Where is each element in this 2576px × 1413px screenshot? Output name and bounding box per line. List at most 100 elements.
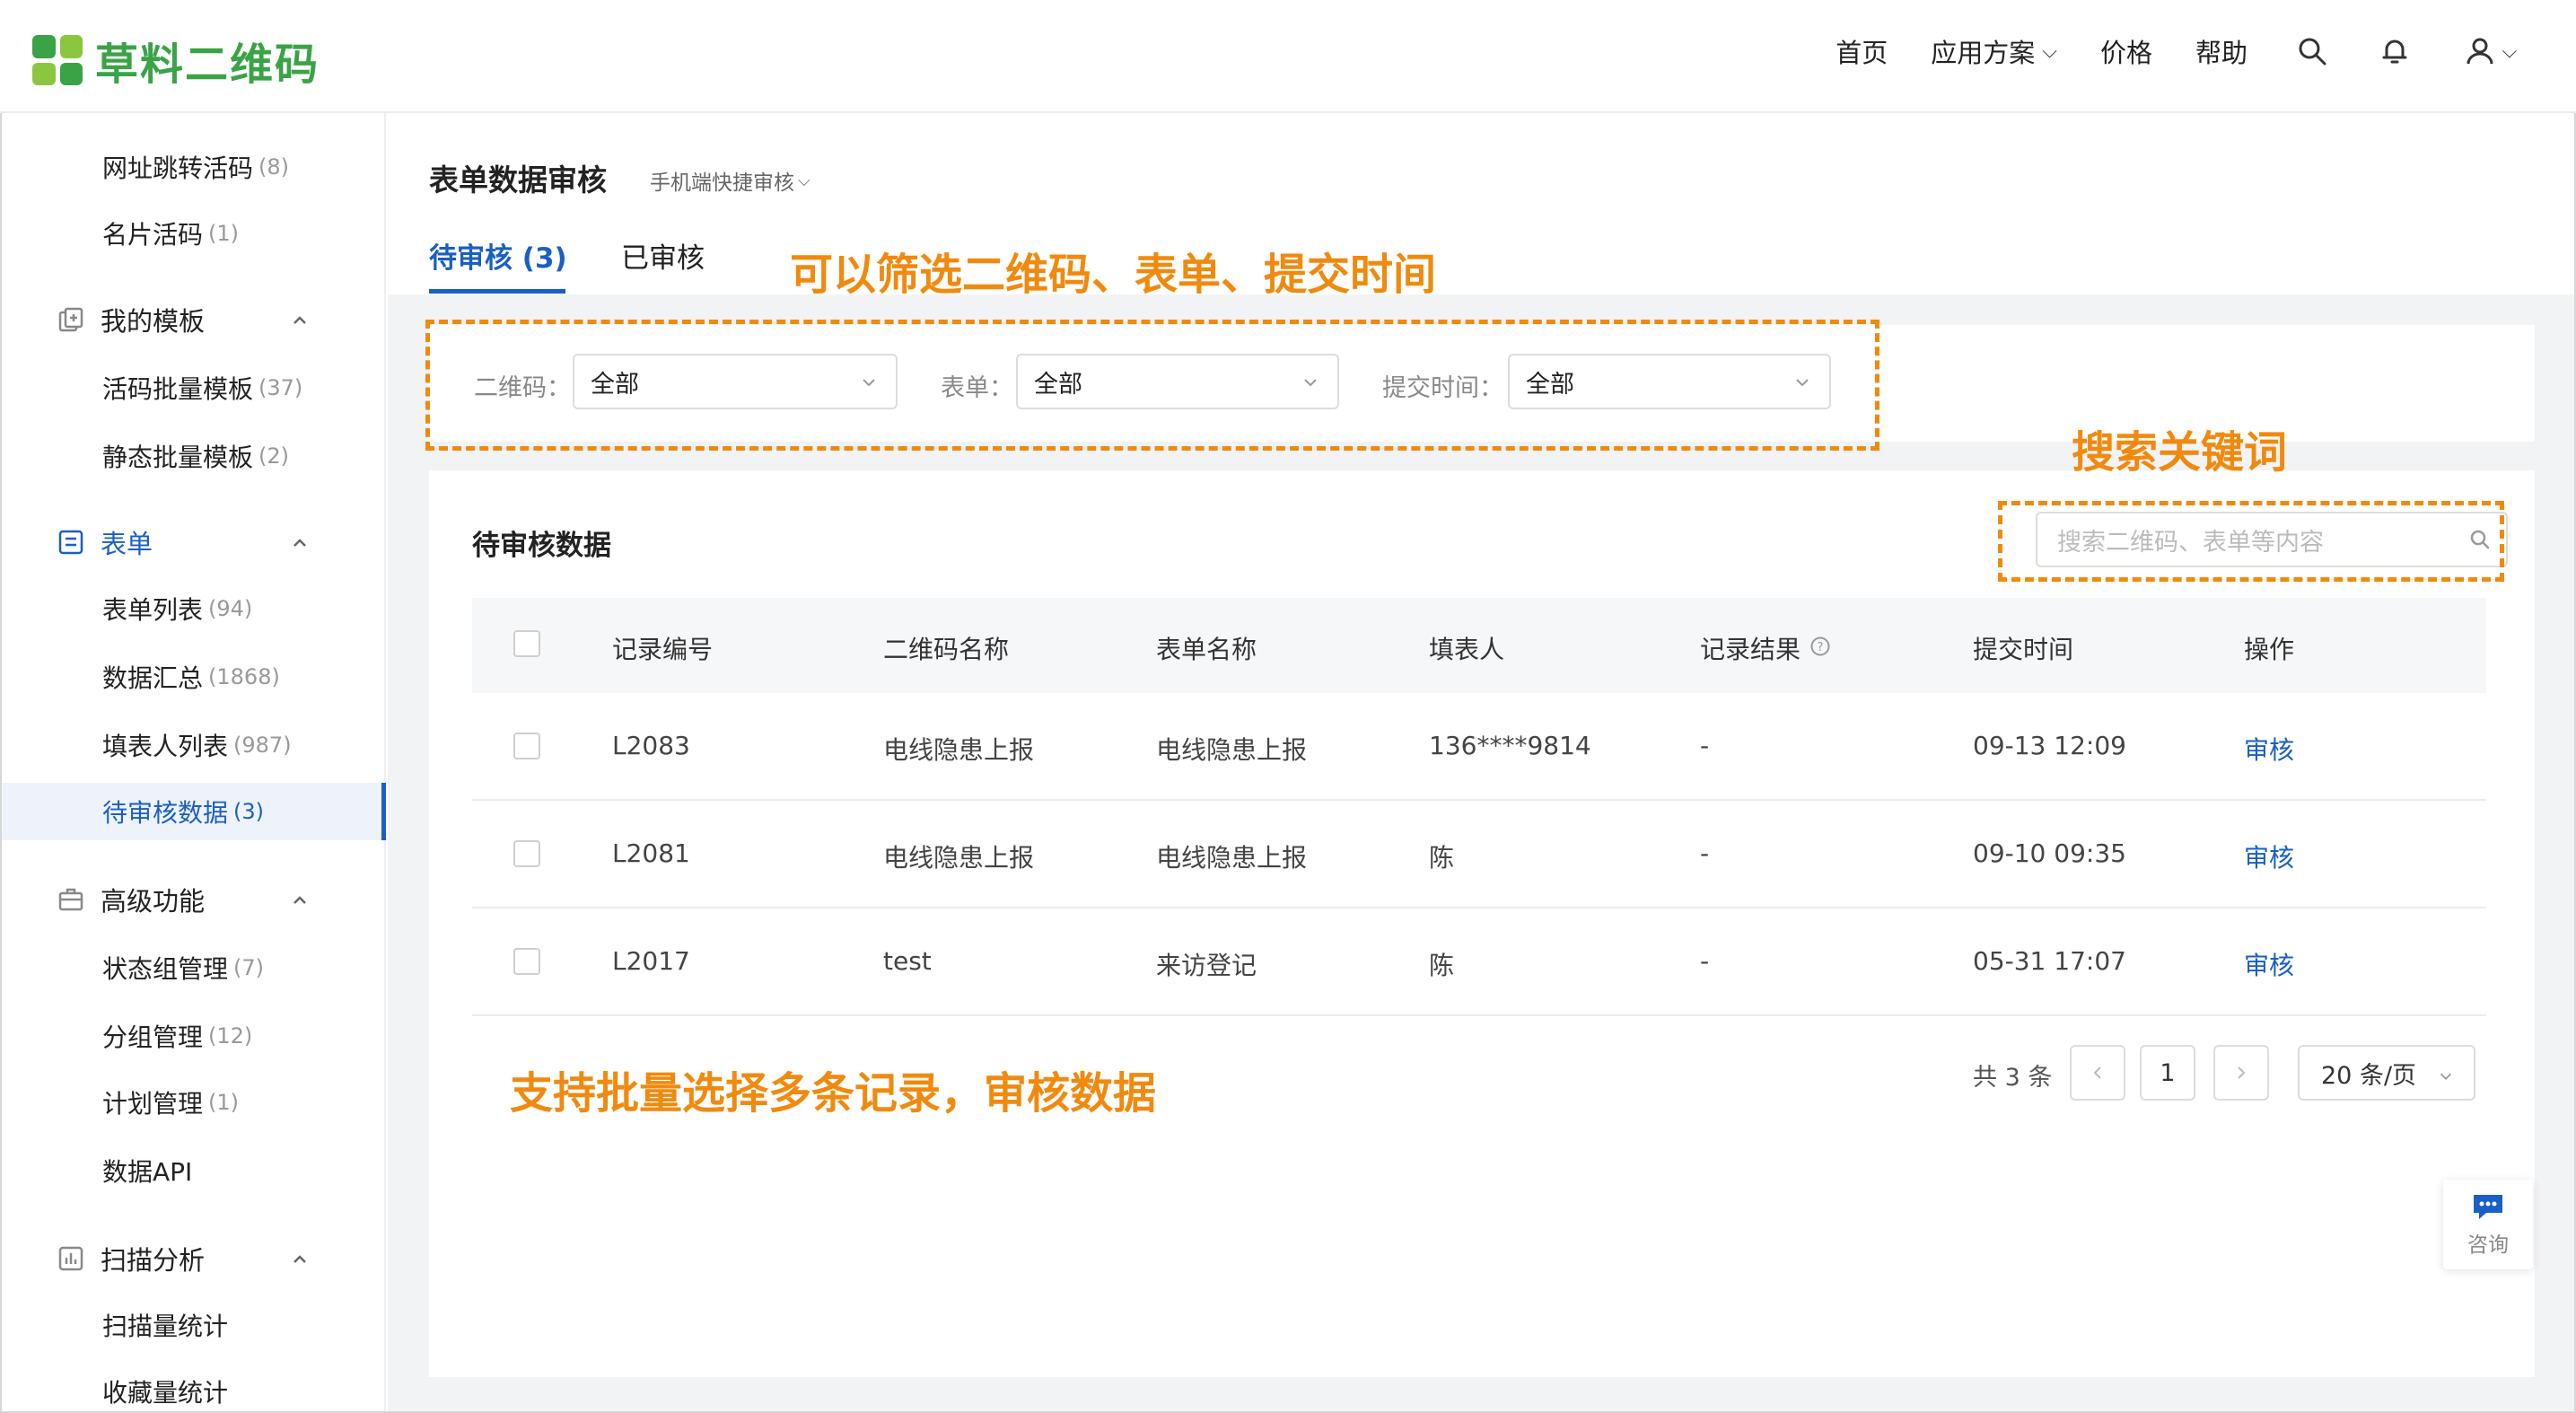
card-title: 待审核数据 [472,530,611,562]
top-header: 草料二维码 首页 应用方案 ⌵ 价格 帮助 ⌵ [0,0,2576,113]
top-nav: 首页 应用方案 ⌵ 价格 帮助 ⌵ [1792,32,2522,70]
row-checkbox[interactable] [513,733,540,759]
svg-text:?: ? [1818,641,1824,654]
sidebar-item-group-management[interactable]: 分组管理 (12) [2,1007,386,1065]
bell-icon[interactable] [2377,33,2413,69]
col-action: 操作 [2244,635,2295,664]
consult-label: 咨询 [2467,1233,2509,1257]
col-form-name: 表单名称 [1156,635,1257,664]
chevron-left-icon [2093,1066,2101,1079]
sidebar-group-scan-analysis[interactable]: 扫描分析 [2,1230,386,1287]
row-checkbox[interactable] [513,948,540,975]
sidebar-group-label: 表单 [101,529,153,559]
sidebar-item-status-groups[interactable]: 状态组管理 (7) [2,939,386,996]
logo[interactable]: 草料二维码 [32,29,320,92]
tab-pending[interactable]: 待审核 (3) [429,235,567,276]
sidebar-group-label: 扫描分析 [101,1245,206,1276]
cell-form-name: 电线隐患上报 [1156,735,1308,765]
logo-icon [32,35,83,85]
col-qr-name: 二维码名称 [883,635,1010,664]
cell-qr-name: 电线隐患上报 [883,843,1035,873]
sidebar-item-count: (8) [258,154,290,180]
sidebar-item-form-list[interactable]: 表单列表 (94) [2,580,386,637]
sidebar-item-url-dynamic[interactable]: 网址跳转活码 (8) [2,138,386,196]
table-row: L2083 电线隐患上报 电线隐患上报 136****9814 - 09-13 … [472,693,2486,801]
sidebar: 网址跳转活码 (8) 名片活码 (1) 我的模板 活码批量模板 (37) 静态批量模板… [2,113,386,1411]
sidebar-item-filler-list[interactable]: 填表人列表 (987) [2,716,386,774]
sidebar-item-label: 表单列表 [102,595,204,625]
sidebar-item-data-api[interactable]: 数据API [2,1142,386,1199]
pagination-total: 共 3 条 [1973,1064,2053,1092]
sidebar-item-label: 数据汇总 [102,663,204,693]
sidebar-item-scan-stats[interactable]: 扫描量统计 [2,1296,386,1354]
sidebar-group-advanced[interactable]: 高级功能 [2,871,386,928]
sidebar-item-dynamic-batch-template[interactable]: 活码批量模板 (37) [2,359,386,417]
sidebar-item-label: 收藏量统计 [102,1378,229,1408]
sidebar-item-count: (94) [208,596,253,621]
review-link[interactable]: 审核 [2244,946,2294,982]
sidebar-item-label: 数据API [102,1157,193,1187]
col-result: 记录结果? [1700,630,1831,666]
sidebar-item-count: (2) [258,443,290,469]
sidebar-group-templates[interactable]: 我的模板 [2,291,386,348]
prev-page-button[interactable] [2070,1045,2125,1101]
nav-pricing[interactable]: 价格 [2100,32,2152,70]
page-number-button[interactable]: 1 [2140,1045,2195,1101]
sidebar-item-count: (1) [208,221,240,246]
sidebar-item-label: 状态组管理 [102,954,229,984]
col-record-id: 记录编号 [612,635,714,664]
sidebar-item-label: 网址跳转活码 [102,154,254,183]
sidebar-item-label: 扫描量统计 [102,1312,229,1341]
filter-annotation: 可以筛选二维码、表单、提交时间 [790,250,1437,300]
chevron-down-icon: ⌵ [2042,39,2057,63]
select-all-checkbox[interactable] [513,630,540,657]
table-header: 记录编号 二维码名称 表单名称 填表人 记录结果? 提交时间 操作 [472,598,2486,693]
sidebar-item-count: (987) [233,733,292,758]
nav-home[interactable]: 首页 [1836,32,1888,70]
sidebar-item-static-batch-template[interactable]: 静态批量模板 (2) [2,427,386,485]
cell-qr-name: test [883,946,932,976]
cell-record-id: L2081 [612,838,690,868]
mobile-review-label: 手机端快捷审核 [650,171,794,195]
next-page-button[interactable] [2213,1045,2269,1101]
tab-reviewed[interactable]: 已审核 [621,235,705,276]
table-row: L2017 test 来访登记 陈 - 05-31 17:07 审核 [472,908,2486,1016]
review-link[interactable]: 审核 [2244,838,2294,874]
search-annotation: 搜索关键词 [2072,427,2288,478]
nav-solutions[interactable]: 应用方案 ⌵ [1931,32,2057,70]
sidebar-item-label: 填表人列表 [102,732,229,761]
chevron-down-icon: ⌵ [2502,39,2518,63]
mobile-review-dropdown[interactable]: 手机端快捷审核 ⌵ [650,165,810,196]
row-checkbox[interactable] [513,840,540,867]
cell-form-name: 电线隐患上报 [1156,843,1308,873]
search-icon[interactable] [2294,33,2330,69]
user-menu[interactable]: ⌵ [2459,33,2522,69]
sidebar-item-plan-management[interactable]: 计划管理 (1) [2,1074,386,1131]
page-size-select[interactable]: 20 条/页 [2298,1045,2475,1101]
nav-help[interactable]: 帮助 [2195,32,2247,70]
cell-filler: 136****9814 [1429,731,1591,760]
form-icon [56,527,86,557]
cell-submit-time: 09-10 09:35 [1973,838,2126,868]
bar-chart-icon [56,1243,86,1274]
cell-record-id: L2017 [612,946,690,976]
col-submit-time: 提交时间 [1973,635,2074,664]
sidebar-item-favorite-stats[interactable]: 收藏量统计 [2,1363,386,1413]
sidebar-item-card-dynamic[interactable]: 名片活码 (1) [2,205,386,262]
search-highlight-box [1998,501,2504,582]
sidebar-group-forms[interactable]: 表单 [2,513,386,571]
review-link[interactable]: 审核 [2244,731,2294,767]
table-row: L2081 电线隐患上报 电线隐患上报 陈 - 09-10 09:35 审核 [472,801,2486,908]
user-icon [2466,38,2493,65]
sidebar-item-label: 静态批量模板 [102,443,254,472]
sidebar-item-count: (37) [258,375,303,400]
sidebar-item-pending-review[interactable]: 待审核数据 (3) [2,783,386,840]
help-icon[interactable]: ? [1809,634,1831,663]
sidebar-item-data-summary[interactable]: 数据汇总 (1868) [2,648,386,706]
cell-submit-time: 09-13 12:09 [1973,731,2126,760]
cell-result: - [1700,838,1710,868]
consult-button[interactable]: 咨询 [2443,1180,2533,1269]
chevron-up-icon [289,887,311,917]
cell-filler: 陈 [1429,843,1455,873]
nav-solutions-label: 应用方案 [1931,38,2036,68]
